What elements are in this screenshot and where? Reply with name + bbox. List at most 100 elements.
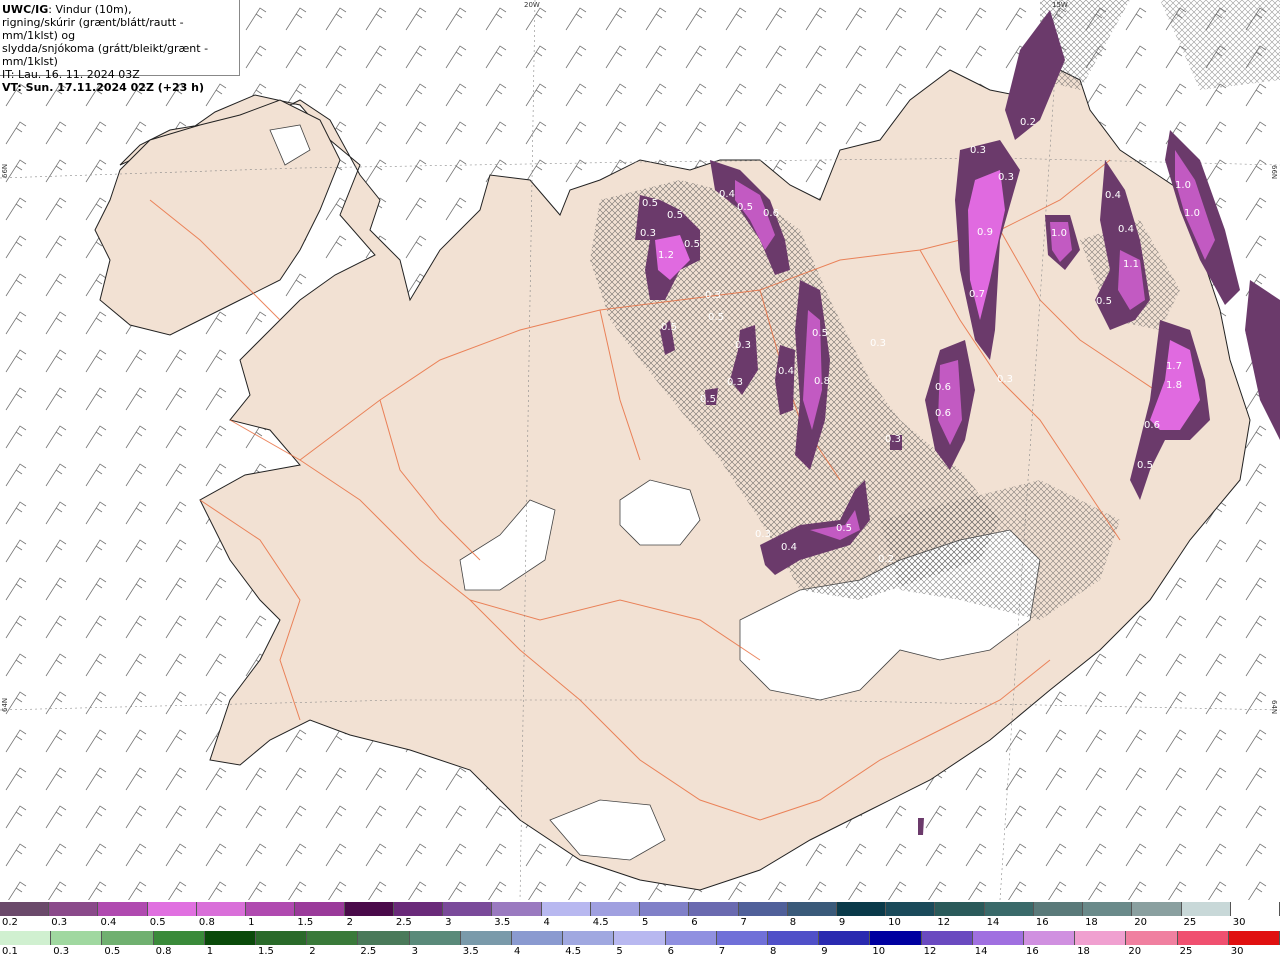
legend-tick-label: 4.5: [592, 917, 609, 928]
legend-swatch: [819, 931, 871, 945]
legend-tick-label: 0.4: [100, 917, 117, 928]
legend-swatch: [256, 931, 308, 945]
legend-swatch: [590, 902, 641, 916]
legend-tick-label: 8: [770, 946, 777, 957]
legend-swatch: [836, 902, 887, 916]
precip-value-label: 0.5: [812, 328, 828, 339]
legend-tick-label: 6: [667, 946, 674, 957]
legend-tick-label: 10: [872, 946, 886, 957]
title-line3: slydda/snjókoma (grátt/bleikt/grænt - mm…: [2, 42, 209, 68]
init-time: IT: Lau. 16. 11. 2024 03Z: [2, 68, 140, 81]
precip-value-label: 0.3: [998, 172, 1014, 183]
legend-tick-label: 14: [974, 946, 988, 957]
precip-value-label: 0.4: [781, 542, 797, 553]
legend-swatch: [196, 902, 247, 916]
legend-swatch: [409, 931, 461, 945]
legend-tick-label: 3: [445, 917, 452, 928]
precip-value-label: 0.6: [1144, 420, 1160, 431]
precip-value-label: 0.5: [1096, 296, 1112, 307]
legend-tick-label: 12: [923, 946, 937, 957]
legend-tick-label: 30: [1230, 946, 1244, 957]
precip-value-label: 0.7: [969, 289, 985, 300]
legend-swatch: [1024, 931, 1076, 945]
legend-tick-label: 4.5: [565, 946, 582, 957]
legend-tick-label: 12: [937, 917, 951, 928]
legend-swatch: [1083, 902, 1133, 916]
grid-label-left-66n: 66N: [1, 164, 9, 178]
legend-swatch: [246, 902, 296, 916]
precip-value-label: 0.5: [642, 198, 658, 209]
legend-snow-colorbar: [0, 902, 1280, 916]
precip-value-label: 0.5: [836, 523, 852, 534]
legend-swatch: [1033, 902, 1084, 916]
legend-swatch: [51, 931, 103, 945]
precip-value-label: 1.0: [1051, 228, 1067, 239]
precip-value-label: 0.6: [935, 382, 951, 393]
legend-swatch: [0, 931, 52, 945]
legend-swatch: [344, 902, 394, 916]
precip-value-label: 1.2: [658, 250, 674, 261]
legend-swatch: [665, 931, 717, 945]
legend-tick-label: 20: [1134, 917, 1148, 928]
legend-tick-label: 4: [514, 946, 521, 957]
legend-swatch: [512, 931, 564, 945]
legend-swatch: [1126, 931, 1178, 945]
legend-snow-labels: 0.2 0.3 0.4 0.5 0.8 1 1.5 2 2.5 3 3.5 4 4.5 5 6 7 8 9 10 12…: [0, 917, 1280, 929]
legend-swatch: [0, 902, 50, 916]
legend-swatch: [49, 902, 99, 916]
legend-swatch: [886, 902, 936, 916]
legend-swatch: [870, 931, 922, 945]
legend-tick-label: 9: [838, 917, 846, 928]
valid-time: VT: Sun. 17.11.2024 02Z (+23 h): [2, 81, 205, 94]
legend-swatch: [640, 902, 690, 916]
legend-tick-label: 8: [789, 917, 797, 928]
legend-swatch: [1230, 902, 1280, 916]
precip-value-label: 1.7: [1166, 361, 1182, 372]
precip-value-label: 0.5: [708, 312, 724, 323]
legend-tick-label: 3.5: [494, 917, 511, 928]
grid-label-right-64n: 64N: [1270, 700, 1278, 714]
legend-swatch: [1132, 902, 1182, 916]
legend-swatch: [358, 931, 410, 945]
precip-value-label: 0.2: [1020, 117, 1036, 128]
grid-label-20w: 20W: [524, 1, 540, 9]
legend-swatch: [1181, 902, 1231, 916]
precip-value-label: 0.4: [778, 366, 794, 377]
grid-label-15w: 15W: [1052, 1, 1068, 9]
legend-tick-label: 1: [248, 917, 255, 928]
title-line1: : Vindur (10m),: [48, 3, 132, 16]
precip-value-label: 0.5: [737, 202, 753, 213]
precip-value-label: 0.3: [755, 529, 771, 540]
precip-value-label: 0.3: [705, 290, 721, 301]
legend-swatch: [921, 931, 973, 945]
precip-value-label: 0.4: [1105, 190, 1121, 201]
legend-tick-label: 2.5: [360, 946, 377, 957]
title-line2: rigning/skúrir (grænt/blátt/rautt - mm/1…: [2, 16, 184, 42]
precip-value-label: 0.5: [661, 322, 677, 333]
legend-tick-label: 1.5: [297, 917, 314, 928]
precip-value-label: 0.3: [735, 340, 751, 351]
legend-rain-labels: 0.1 0.3 0.5 0.8 1 1.5 2 2.5 3 3.5 4 4.5 5 6 7 8 9 10 12 14 1…: [0, 946, 1280, 958]
legend-swatch: [541, 902, 591, 916]
grid-label-right-66n: 66N: [1270, 165, 1278, 179]
precip-value-label: 0.6: [935, 408, 951, 419]
precip-value-label: 0.5: [684, 239, 700, 250]
precip-value-label: 0.3: [870, 338, 886, 349]
legend-tick-label: 25: [1183, 917, 1197, 928]
legend-tick-label: 16: [1026, 946, 1039, 957]
legend-tick-label: 0.3: [53, 946, 70, 957]
legend-swatch: [307, 931, 359, 945]
precip-value-label: 1.1: [1123, 259, 1139, 270]
precip-value-label: 0.6: [763, 208, 779, 219]
legend-tick-label: 4: [543, 917, 550, 928]
precip-value-label: 0.3: [727, 377, 743, 388]
legend-tick-label: 0.5: [149, 917, 166, 928]
legend-tick-label: 7: [740, 917, 747, 928]
precip-value-label: 0.9: [977, 227, 993, 238]
precip-value-label: 1.8: [1166, 380, 1182, 391]
legend-swatch: [492, 902, 542, 916]
legend-swatch: [153, 931, 205, 945]
precip-value-label: 0.4: [719, 189, 735, 200]
legend-swatch: [443, 902, 493, 916]
legend-tick-label: 9: [821, 946, 828, 957]
